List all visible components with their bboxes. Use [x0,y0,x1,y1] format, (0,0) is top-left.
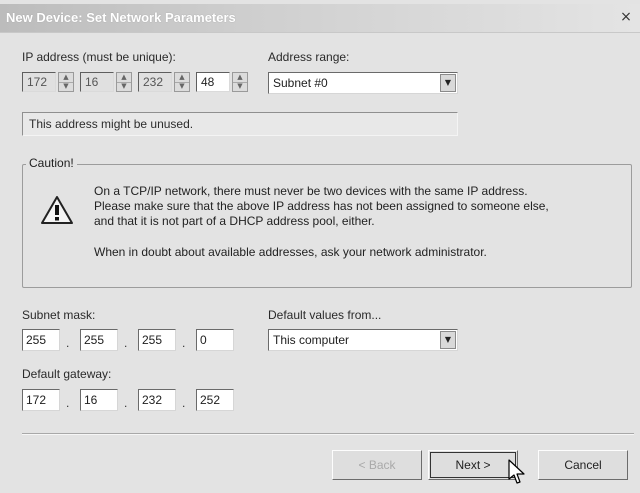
dropdown-arrow-icon[interactable]: ▼ [440,331,456,349]
address-range-value: Subnet #0 [273,76,328,90]
title-bar: New Device: Set Network Parameters × [0,4,640,33]
octet-separator: . [124,396,128,410]
subnet-octet-1[interactable]: 255 [22,329,60,351]
button-divider [22,433,634,435]
chevron-down-icon[interactable]: ▼ [233,82,247,91]
ip-octet-1-spinner[interactable]: ▲ ▼ [58,72,74,92]
ip-octet-3[interactable]: 232 [138,72,172,92]
next-button[interactable]: Next > [428,450,518,480]
back-button[interactable]: < Back [332,450,422,480]
gateway-octet-2[interactable]: 16 [80,389,118,411]
ip-address-label: IP address (must be unique): [22,50,176,64]
default-values-label: Default values from... [268,308,382,322]
gateway-octet-3[interactable]: 232 [138,389,176,411]
subnet-octet-4[interactable]: 0 [196,329,234,351]
ip-octet-1[interactable]: 172 [22,72,56,92]
dropdown-arrow-icon[interactable]: ▼ [440,74,456,92]
gateway-octet-4[interactable]: 252 [196,389,234,411]
window-title: New Device: Set Network Parameters [6,10,236,25]
chevron-down-icon[interactable]: ▼ [59,82,73,91]
network-parameters-dialog: New Device: Set Network Parameters × IP … [0,0,640,493]
subnet-octet-2[interactable]: 255 [80,329,118,351]
octet-separator: . [66,336,70,350]
address-status-field: This address might be unused. [22,112,458,136]
default-gateway-label: Default gateway: [22,367,112,381]
ip-octet-4[interactable]: 48 [196,72,230,92]
gateway-octet-1[interactable]: 172 [22,389,60,411]
ip-octet-4-spinner[interactable]: ▲ ▼ [232,72,248,92]
caution-line-4: When in doubt about available addresses,… [94,245,487,259]
subnet-octet-3[interactable]: 255 [138,329,176,351]
caution-title: Caution! [26,156,77,170]
octet-separator: . [182,336,186,350]
caution-message: On a TCP/IP network, there must never be… [94,184,624,260]
address-range-select[interactable]: Subnet #0 ▼ [268,72,458,94]
default-values-select[interactable]: This computer ▼ [268,329,458,351]
chevron-down-icon[interactable]: ▼ [117,82,131,91]
octet-separator: . [66,396,70,410]
caution-line-3: and that it is not part of a DHCP addres… [94,214,375,228]
subnet-mask-label: Subnet mask: [22,308,96,322]
warning-icon [41,196,73,224]
ip-octet-2[interactable]: 16 [80,72,114,92]
mouse-pointer-icon [508,459,525,484]
close-icon[interactable]: × [618,9,634,25]
caution-line-1: On a TCP/IP network, there must never be… [94,184,528,198]
ip-octet-2-spinner[interactable]: ▲ ▼ [116,72,132,92]
default-values-value: This computer [273,333,350,347]
chevron-down-icon[interactable]: ▼ [175,82,189,91]
ip-octet-3-spinner[interactable]: ▲ ▼ [174,72,190,92]
address-range-label: Address range: [268,50,350,64]
cancel-button[interactable]: Cancel [538,450,628,480]
caution-line-2: Please make sure that the above IP addre… [94,199,549,213]
octet-separator: . [124,336,128,350]
octet-separator: . [182,396,186,410]
